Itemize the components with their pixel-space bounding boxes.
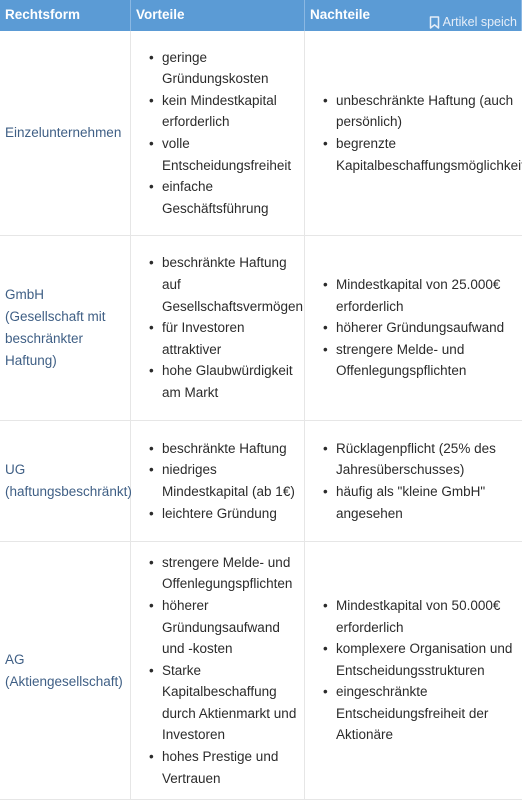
rechtsform-cell: AG (Aktiengesellschaft) [0, 542, 131, 799]
vorteile-cell: geringe Gründungskostenkein Mindestkapit… [131, 31, 305, 235]
rechtsform-label: UG (haftungsbeschränkt) [5, 462, 132, 499]
header-nachteile-label: Nachteile [310, 7, 371, 22]
list-item: beschränkte Haftung auf Gesellschaftsver… [149, 252, 304, 317]
rechtsform-cell: UG (haftungsbeschränkt) [0, 421, 132, 541]
list-item: eingeschränkte Entscheidungsfreiheit der… [323, 681, 522, 746]
table-row: Einzelunternehmen geringe Gründungskosten… [0, 31, 522, 236]
nachteile-cell: Mindestkapital von 25.000€ erforderlichh… [305, 236, 522, 420]
rechtsform-label: Einzelunternehmen [5, 125, 122, 140]
rechtsform-cell: Einzelunternehmen [0, 31, 131, 235]
nachteile-list: Mindestkapital von 25.000€ erforderlichh… [305, 274, 522, 382]
list-item: Mindestkapital von 50.000€ erforderlich [323, 595, 522, 638]
list-item: leichtere Gründung [149, 503, 304, 525]
vorteile-list: strengere Melde- und Offenlegungspflicht… [131, 552, 304, 790]
list-item: geringe Gründungskosten [149, 47, 304, 90]
list-item: hohes Prestige und Vertrauen [149, 746, 304, 789]
vorteile-list: geringe Gründungskostenkein Mindestkapit… [131, 47, 304, 220]
list-item: komplexere Organisation und Entscheidung… [323, 638, 522, 681]
vorteile-cell: beschränkte Haftungniedriges Mindestkapi… [131, 421, 305, 541]
nachteile-cell: Rücklagenpflicht (25% des Jahresüberschu… [305, 421, 522, 541]
table-row: GmbH (Gesellschaft mit beschränkter Haft… [0, 236, 522, 421]
comparison-table: Rechtsform Vorteile Nachteile Artikel sp… [0, 0, 522, 800]
save-article-label: Artikel speich [442, 15, 517, 29]
list-item: häufig als "kleine GmbH" angesehen [323, 481, 522, 524]
table-row: AG (Aktiengesellschaft) strengere Melde- … [0, 542, 522, 800]
vorteile-list: beschränkte Haftungniedriges Mindestkapi… [131, 438, 304, 524]
bookmark-icon [429, 15, 439, 29]
list-item: einfache Geschäftsführung [149, 176, 304, 219]
list-item: Rücklagenpflicht (25% des Jahresüberschu… [323, 438, 522, 481]
header-vorteile: Vorteile [131, 0, 305, 31]
list-item: Starke Kapitalbeschaffung durch Aktienma… [149, 660, 304, 746]
nachteile-cell: Mindestkapital von 50.000€ erforderlichk… [305, 542, 522, 799]
list-item: hohe Glaubwürdigkeit am Markt [149, 360, 304, 403]
list-item: strengere Melde- und Offenlegungspflicht… [149, 552, 304, 595]
nachteile-list: unbeschränkte Haftung (auch persönlich)b… [305, 90, 522, 176]
rechtsform-label: AG (Aktiengesellschaft) [5, 651, 123, 689]
list-item: beschränkte Haftung [149, 438, 304, 460]
list-item: Mindestkapital von 25.000€ erforderlich [323, 274, 522, 317]
table-row: UG (haftungsbeschränkt)beschränkte Haftu… [0, 421, 522, 542]
header-rechtsform: Rechtsform [0, 0, 131, 31]
list-item: für Investoren attraktiver [149, 317, 304, 360]
list-item: strengere Melde- und Offenlegungspflicht… [323, 339, 522, 382]
nachteile-list: Mindestkapital von 50.000€ erforderlichk… [305, 595, 522, 746]
list-item: höherer Gründungsaufwand und -kosten [149, 595, 304, 660]
nachteile-cell: unbeschränkte Haftung (auch persönlich)b… [305, 31, 522, 235]
vorteile-list: beschränkte Haftung auf Gesellschaftsver… [131, 252, 304, 403]
list-item: volle Entscheidungsfreiheit [149, 133, 304, 176]
vorteile-cell: strengere Melde- und Offenlegungspflicht… [131, 542, 305, 799]
list-item: niedriges Mindestkapital (ab 1€) [149, 459, 304, 502]
list-item: unbeschränkte Haftung (auch persönlich) [323, 90, 522, 133]
vorteile-cell: beschränkte Haftung auf Gesellschaftsver… [131, 236, 305, 420]
rechtsform-cell: GmbH (Gesellschaft mit beschränkter Haft… [0, 236, 131, 420]
table-header: Rechtsform Vorteile Nachteile Artikel sp… [0, 0, 522, 31]
list-item: höherer Gründungsaufwand [323, 317, 522, 339]
nachteile-list: Rücklagenpflicht (25% des Jahresüberschu… [305, 438, 522, 524]
table-body: Einzelunternehmen geringe Gründungskosten… [0, 31, 522, 800]
list-item: kein Mindestkapital erforderlich [149, 90, 304, 133]
rechtsform-label: GmbH (Gesellschaft mit beschränkter Haft… [5, 287, 106, 368]
list-item: begrenzte Kapitalbeschaffungsmöglichkeit… [323, 133, 522, 176]
save-article-button[interactable]: Artikel speich [424, 8, 522, 29]
